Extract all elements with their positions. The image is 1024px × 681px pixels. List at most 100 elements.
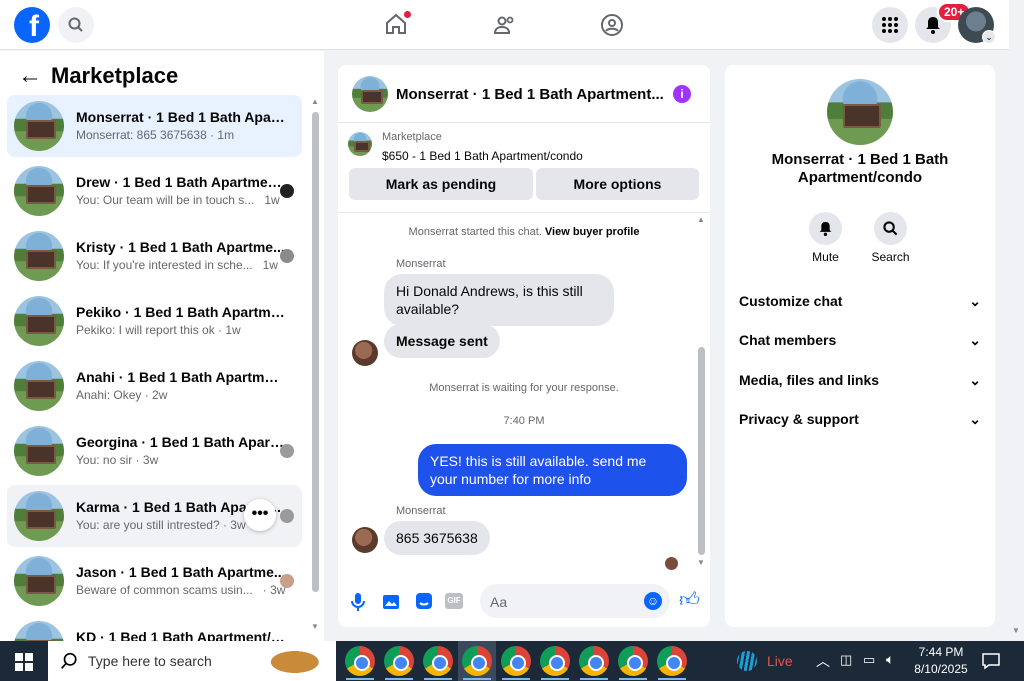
- chat-scrollbar-thumb[interactable]: [698, 347, 705, 555]
- conversation-item[interactable]: Jason · 1 Bed 1 Bath Apartme... Beware of…: [7, 550, 302, 612]
- scroll-down-arrow-icon[interactable]: ▼: [311, 622, 319, 631]
- listing-banner: Marketplace $650 - 1 Bed 1 Bath Apartmen…: [338, 123, 710, 213]
- chrome-taskbar-button[interactable]: [614, 641, 652, 681]
- menu-button[interactable]: [872, 7, 908, 43]
- page-scroll-down-icon[interactable]: ▼: [1012, 626, 1020, 635]
- chrome-taskbar-button[interactable]: [380, 641, 418, 681]
- conversation-preview: Beware of common scams usin... · 3w: [76, 583, 285, 597]
- sticker-icon[interactable]: [415, 592, 433, 610]
- conversation-avatar: [14, 491, 64, 541]
- seen-receipt-avatar: [665, 557, 678, 570]
- search-in-chat-button[interactable]: [874, 212, 907, 245]
- notification-center-icon[interactable]: [982, 652, 1000, 670]
- groups-tab[interactable]: [600, 13, 624, 37]
- conversation-preview-text: You: Our team will be in touch s...: [76, 193, 255, 207]
- chrome-icon: [384, 646, 414, 676]
- chat-title[interactable]: Monserrat · 1 Bed 1 Bath Apartment...: [396, 86, 664, 103]
- volume-icon[interactable]: 🔈︎: [886, 651, 894, 668]
- conversation-item[interactable]: Anahi · 1 Bed 1 Bath Apartment/... Anahi:…: [7, 355, 302, 417]
- sender-avatar[interactable]: [352, 527, 378, 553]
- facebook-logo[interactable]: f: [14, 7, 50, 43]
- photo-icon[interactable]: [382, 592, 400, 610]
- chrome-icon: [423, 646, 453, 676]
- conversation-preview-text: Anahi: Okey · 2w: [76, 388, 168, 402]
- chat-members-section[interactable]: Chat members ⌄: [739, 332, 981, 349]
- list-scrollbar[interactable]: ▲ ▼: [310, 96, 320, 641]
- clock[interactable]: 7:44 PM 8/10/2025: [908, 644, 974, 678]
- conversation-preview: Anahi: Okey · 2w: [76, 388, 177, 402]
- conversation-preview: Monserrat: 865 3675638 · 1m: [76, 128, 244, 142]
- friends-tab[interactable]: [493, 13, 517, 37]
- microphone-icon[interactable]: [350, 592, 366, 612]
- taskbar-search-box[interactable]: Type here to search: [48, 641, 336, 681]
- conversation-item[interactable]: Drew · 1 Bed 1 Bath Apartmen... You: Our …: [7, 160, 302, 222]
- chat-scroll-down-icon[interactable]: ▼: [697, 558, 705, 567]
- search-button[interactable]: [58, 7, 94, 43]
- conversation-avatar: [14, 361, 64, 411]
- conversation-list-panel: ← Marketplace Monserrat · 1 Bed 1 Bath A…: [0, 51, 324, 641]
- back-arrow-icon[interactable]: ←: [18, 64, 42, 88]
- section-label: Privacy & support: [739, 411, 859, 427]
- chrome-icon: [657, 646, 687, 676]
- chrome-taskbar-button[interactable]: [419, 641, 457, 681]
- conversation-item[interactable]: Monserrat · 1 Bed 1 Bath Apart... Monserr…: [7, 95, 302, 157]
- conversation-name: Kristy · 1 Bed 1 Bath Apartme...: [76, 239, 285, 255]
- info-avatar[interactable]: [827, 79, 893, 145]
- waiting-notice: Monserrat is waiting for your response.: [429, 382, 619, 394]
- message-input[interactable]: Aa ☺: [480, 584, 670, 618]
- tray-chevron-up-icon[interactable]: ︿: [816, 651, 830, 671]
- mute-button[interactable]: [809, 212, 842, 245]
- chrome-taskbar-button[interactable]: [497, 641, 535, 681]
- live-label[interactable]: Live: [767, 653, 793, 669]
- conversation-item[interactable]: KD · 1 Bed 1 Bath Apartment/co...: [7, 615, 302, 641]
- customize-chat-section[interactable]: Customize chat ⌄: [739, 293, 981, 310]
- thumbs-up-icon[interactable]: 👍︎: [679, 588, 700, 612]
- chat-info-icon[interactable]: i: [673, 85, 691, 103]
- listing-title[interactable]: $650 - 1 Bed 1 Bath Apartment/condo: [382, 149, 583, 163]
- more-options-button[interactable]: More options: [536, 168, 699, 200]
- clock-time: 7:44 PM: [918, 645, 964, 659]
- view-buyer-profile-link[interactable]: View buyer profile: [545, 226, 640, 238]
- mark-pending-button[interactable]: Mark as pending: [349, 168, 533, 200]
- lion-search-highlight-icon: [270, 645, 332, 679]
- section-label: Media, files and links: [739, 372, 880, 388]
- conversation-preview-text: You: are you still intrested? · 3w: [76, 518, 246, 532]
- chevron-down-icon: ⌄: [969, 293, 981, 309]
- mute-label: Mute: [812, 250, 839, 264]
- chrome-taskbar-button[interactable]: [458, 641, 496, 681]
- network-icon[interactable]: ▭: [863, 652, 875, 668]
- listing-source: Marketplace: [382, 131, 442, 143]
- media-files-links-section[interactable]: Media, files and links ⌄: [739, 372, 981, 389]
- groups-icon: [601, 14, 623, 36]
- sender-avatar[interactable]: [352, 340, 378, 366]
- chrome-taskbar-button[interactable]: [536, 641, 574, 681]
- running-indicator: [619, 678, 647, 680]
- windows-start-icon[interactable]: [15, 653, 33, 671]
- chrome-icon: [501, 646, 531, 676]
- panel-title: Marketplace: [51, 63, 179, 88]
- home-tab[interactable]: [384, 11, 411, 38]
- chat-scrollbar[interactable]: ▲ ▼: [696, 215, 706, 570]
- windows-taskbar: Type here to search Live ︿ ◫ ▭ 🔈︎ 7:44 P…: [0, 641, 1024, 681]
- chrome-taskbar-button[interactable]: [575, 641, 613, 681]
- weather-live-icon[interactable]: [737, 651, 757, 671]
- listing-thumbnail[interactable]: [348, 132, 372, 156]
- conversation-preview: You: are you still intrested? · 3w: [76, 518, 256, 532]
- conversation-item[interactable]: Kristy · 1 Bed 1 Bath Apartme... You: If …: [7, 225, 302, 287]
- conversation-options-button[interactable]: •••: [244, 499, 276, 531]
- chevron-down-icon: ⌄: [969, 372, 981, 388]
- conversation-item[interactable]: Georgina · 1 Bed 1 Bath Apart... You: no …: [7, 420, 302, 482]
- conversation-item[interactable]: Pekiko · 1 Bed 1 Bath Apartment... Pekiko…: [7, 290, 302, 352]
- chat-scroll-up-icon[interactable]: ▲: [697, 215, 705, 224]
- chrome-taskbar-button[interactable]: [653, 641, 691, 681]
- meet-now-icon[interactable]: ◫: [840, 652, 852, 668]
- scroll-up-arrow-icon[interactable]: ▲: [311, 97, 319, 106]
- chat-header-avatar[interactable]: [352, 76, 388, 112]
- chrome-taskbar-button[interactable]: [341, 641, 379, 681]
- privacy-support-section[interactable]: Privacy & support ⌄: [739, 411, 981, 428]
- running-indicator: [502, 678, 530, 680]
- page-scrollbar[interactable]: ▼: [1009, 0, 1024, 641]
- gif-button[interactable]: GIF: [445, 593, 463, 609]
- scrollbar-thumb[interactable]: [312, 112, 319, 592]
- emoji-icon[interactable]: ☺: [644, 592, 662, 610]
